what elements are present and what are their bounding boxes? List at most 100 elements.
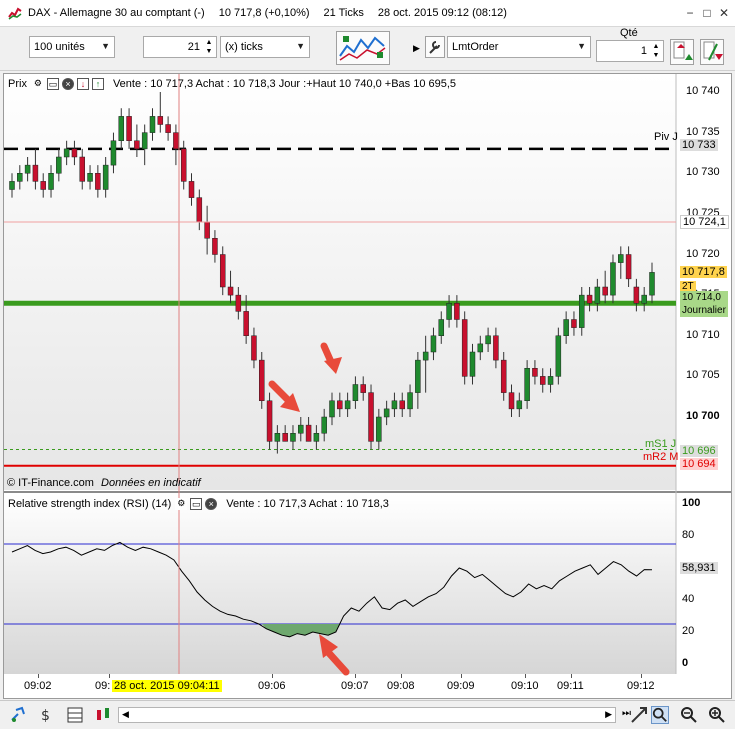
chevron-down-icon: ▼ bbox=[577, 41, 586, 51]
svg-text:$: $ bbox=[41, 708, 50, 724]
candle-body-down bbox=[305, 424, 312, 442]
candle-body-up bbox=[485, 335, 491, 345]
candle-body-up bbox=[87, 173, 93, 182]
sell-order-icon[interactable] bbox=[700, 39, 724, 65]
candle-body-up bbox=[415, 359, 421, 393]
dollar-icon[interactable]: $ bbox=[38, 706, 56, 724]
time-tick-label: 09:06 bbox=[258, 680, 286, 692]
candle-body-down bbox=[204, 221, 210, 239]
zoom-in-icon[interactable] bbox=[708, 706, 726, 724]
ticks-count-value: 21 bbox=[187, 41, 200, 53]
close-circle-icon[interactable]: × bbox=[61, 78, 74, 90]
candle-body-up bbox=[56, 156, 62, 174]
table-icon[interactable] bbox=[66, 706, 84, 724]
chart-canvas[interactable] bbox=[4, 74, 731, 698]
candle-body-up bbox=[446, 303, 452, 320]
candle-body-down bbox=[188, 181, 195, 198]
candle-body-down bbox=[532, 368, 538, 377]
window-icon[interactable]: ▭ bbox=[190, 498, 203, 510]
daily-pivot-box: 10 714,0 Journalier bbox=[680, 291, 728, 317]
candle-body-up bbox=[547, 376, 554, 385]
time-tick-mark bbox=[461, 674, 462, 678]
wrench-icon[interactable]: ⚙ bbox=[31, 78, 44, 90]
move-down-icon[interactable]: ↓ bbox=[76, 78, 89, 90]
instrument-title: DAX - Allemagne 30 au comptant (-) bbox=[28, 7, 205, 19]
move-up-icon[interactable]: ↑ bbox=[91, 78, 104, 90]
window-icon[interactable]: ▭ bbox=[46, 78, 59, 90]
candle-body-down bbox=[235, 294, 242, 312]
ms1-label: mS1 J bbox=[645, 438, 677, 450]
candle-body-down bbox=[219, 254, 226, 288]
candle-body-down bbox=[243, 311, 249, 336]
candle-body-down bbox=[500, 359, 507, 393]
close-circle-icon[interactable]: × bbox=[205, 498, 218, 510]
copyright: © IT-Finance.com bbox=[7, 477, 94, 489]
scroll-left-icon[interactable]: ◀ bbox=[122, 709, 129, 720]
chart-window[interactable]: Prix ⚙ ▭ × ↓ ↑ Vente : 10 717,3 Achat : … bbox=[3, 73, 732, 699]
candle-body-down bbox=[212, 238, 218, 255]
candle-body-up bbox=[313, 433, 320, 442]
price-tick-label: 10 700 bbox=[686, 410, 720, 422]
ticks-count-stepper[interactable]: 21 ▲ ▼ bbox=[143, 36, 217, 58]
candle-body-down bbox=[571, 319, 577, 328]
link-chart-icon[interactable] bbox=[10, 706, 28, 724]
zoom-out-icon[interactable] bbox=[680, 706, 698, 724]
candle-body-down bbox=[40, 181, 46, 190]
spin-arrows-icon[interactable]: ▲ ▼ bbox=[651, 42, 661, 60]
close-button[interactable]: ✕ bbox=[717, 6, 731, 20]
scroll-right-icon[interactable]: ▶ bbox=[605, 709, 612, 720]
mr2-label: mR2 M bbox=[643, 451, 679, 463]
title-bar: DAX - Allemagne 30 au comptant (-) 10 71… bbox=[0, 0, 735, 27]
candle-body-up bbox=[579, 294, 585, 328]
ticks-unit-value: (x) ticks bbox=[225, 41, 263, 53]
wrench-icon[interactable]: ⚙ bbox=[175, 498, 188, 510]
candle-body-down bbox=[32, 164, 39, 182]
time-scrollbar[interactable]: ◀ ▶ bbox=[118, 707, 616, 723]
cursor-time-label: 28 oct. 2015 09:04:11 bbox=[112, 680, 222, 692]
rsi-value-box: 58,931 bbox=[680, 562, 718, 574]
zoom-box-icon[interactable] bbox=[651, 706, 669, 724]
ticks-unit-select[interactable]: (x) ticks ▼ bbox=[220, 36, 310, 58]
candle-body-up bbox=[477, 343, 484, 353]
candle-body-up bbox=[63, 148, 70, 158]
candle-body-up bbox=[376, 416, 382, 442]
candle-body-up bbox=[17, 173, 23, 182]
price-info: Vente : 10 717,3 Achat : 10 718,3 Jour :… bbox=[112, 78, 457, 90]
last-price-change: 10 717,8 (+0,10%) bbox=[218, 7, 310, 19]
candle-body-down bbox=[368, 392, 374, 442]
buy-order-icon[interactable] bbox=[670, 39, 694, 65]
candle-body-up bbox=[298, 424, 304, 434]
candle-body-up bbox=[438, 319, 445, 336]
maximize-button[interactable]: □ bbox=[700, 6, 714, 20]
quantity-value: 1 bbox=[640, 45, 647, 57]
candle-body-up bbox=[344, 400, 351, 410]
units-select[interactable]: 100 unités ▼ bbox=[29, 36, 115, 58]
quantity-stepper[interactable]: 1 ▲ ▼ bbox=[596, 40, 664, 62]
autoscale-icon[interactable] bbox=[630, 706, 648, 724]
chart-templates-button[interactable] bbox=[336, 31, 390, 65]
time-tick-mark bbox=[355, 674, 356, 678]
spin-arrows-icon[interactable]: ▲ ▼ bbox=[204, 38, 214, 56]
daily-pivot-label: Journalier bbox=[682, 305, 726, 316]
candle-body-up bbox=[102, 164, 109, 190]
disclaimer: Données en indicatif bbox=[101, 477, 201, 489]
candle-body-down bbox=[282, 433, 288, 442]
time-tick-label: 09: bbox=[95, 680, 111, 692]
time-tick-label: 09:11 bbox=[557, 680, 584, 692]
order-type-value: LmtOrder bbox=[452, 41, 499, 53]
candle-body-up bbox=[141, 132, 148, 150]
candle-body-down bbox=[180, 148, 187, 182]
rsi-tick-label: 100 bbox=[682, 497, 701, 509]
panel-toggle-icon[interactable]: ▶ bbox=[413, 43, 420, 54]
cursor-price-box: 10 724,1 bbox=[680, 215, 729, 229]
candle-body-up bbox=[290, 433, 296, 442]
wrench-icon[interactable] bbox=[425, 36, 445, 58]
minimize-button[interactable]: − bbox=[683, 6, 697, 20]
candle-body-up bbox=[274, 433, 281, 442]
time-tick-label: 09:10 bbox=[511, 680, 539, 692]
candle-body-up bbox=[321, 416, 327, 434]
order-type-select[interactable]: LmtOrder ▼ bbox=[447, 36, 591, 58]
candle-body-up bbox=[516, 400, 523, 410]
candle-body-down bbox=[134, 140, 140, 150]
candles-icon[interactable] bbox=[94, 706, 112, 724]
